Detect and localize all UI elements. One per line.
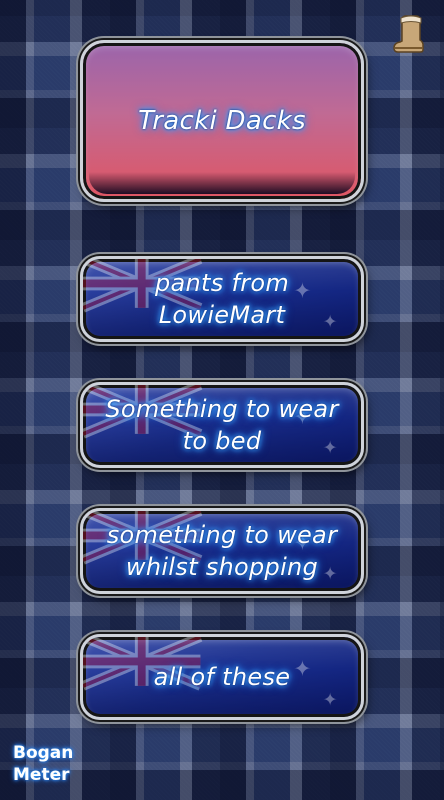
bogan-meter-line1: Bogan bbox=[13, 743, 74, 763]
answer-label-2: Something to wear to bed bbox=[105, 395, 339, 455]
answer-button-4[interactable]: ✦ ✦ all of these bbox=[80, 634, 364, 720]
bogan-meter-button[interactable]: Bogan Meter bbox=[13, 742, 93, 786]
answer-label-4: all of these bbox=[153, 663, 291, 691]
answer-button-1[interactable]: ✦ ✦ pants from LowieMart bbox=[80, 256, 364, 342]
bogan-meter-line2: Meter bbox=[13, 765, 70, 785]
answer-button-3[interactable]: ✦ ✦ something to wear whilst shopping bbox=[80, 508, 364, 594]
question-button[interactable]: Tracki Dacks bbox=[80, 40, 364, 202]
question-label: Tracki Dacks bbox=[138, 106, 306, 136]
answer-label-1: pants from LowieMart bbox=[154, 269, 290, 329]
answer-label-3: something to wear whilst shopping bbox=[106, 521, 338, 581]
answer-button-2[interactable]: ✦ ✦ Something to wear to bed bbox=[80, 382, 364, 468]
svg-text:✦: ✦ bbox=[323, 691, 338, 711]
ugg-boot-icon[interactable] bbox=[392, 14, 426, 54]
